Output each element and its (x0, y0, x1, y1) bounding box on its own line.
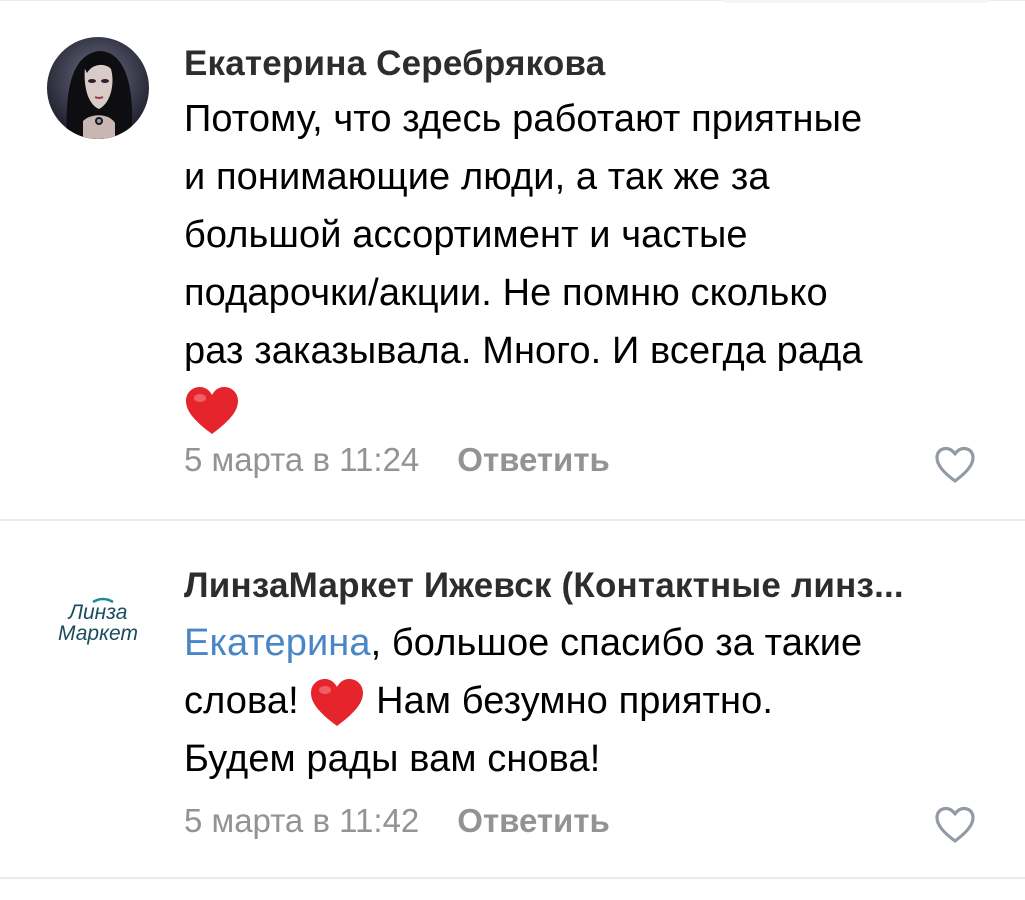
comment-date[interactable]: 5 марта в 11:42 (184, 802, 419, 839)
avatar[interactable]: Линза Маркет (47, 569, 149, 671)
comment-date[interactable]: 5 марта в 11:24 (184, 441, 419, 478)
comment-text-line: большой ассортимент и частые (184, 214, 748, 256)
comment-text-fragment: Нам безумно приятно. (365, 680, 773, 722)
comment-divider (0, 877, 1025, 879)
mention-link[interactable]: Екатерина (184, 622, 371, 664)
avatar[interactable] (47, 37, 149, 139)
heart-emoji-icon (311, 678, 364, 726)
comment-meta: 5 марта в 11:24 Ответить (184, 441, 610, 479)
like-heart-icon[interactable] (933, 805, 977, 845)
comment-item: Линза Маркет ЛинзаМаркет Ижевск (Контакт… (0, 521, 1025, 878)
comment-text-line: Екатерина, большое спасибо за такие (184, 614, 984, 672)
comment-text-line: Будем рады вам снова! (184, 738, 601, 780)
comment-text-fragment: слова! (184, 680, 310, 722)
reply-button[interactable]: Ответить (457, 802, 610, 839)
like-heart-icon[interactable] (933, 445, 977, 485)
comment-text-line: подарочки/акции. Не помню сколько (184, 272, 828, 314)
comment-text-line: Потому, что здесь работают приятные (184, 98, 863, 140)
comment-item: Екатерина Серебрякова Потому, что здесь … (0, 0, 1025, 520)
svg-text:Маркет: Маркет (58, 622, 138, 645)
linzamarket-logo-icon: Линза Маркет (47, 569, 149, 671)
comment-text-line: слова! Нам безумно приятно. (184, 672, 984, 730)
comment-meta: 5 марта в 11:42 Ответить (184, 802, 610, 840)
svg-text:Линза: Линза (67, 601, 128, 624)
comment-author[interactable]: ЛинзаМаркет Ижевск (Контактные линз... (184, 566, 984, 606)
comment-text: Екатерина, большое спасибо за такие слов… (184, 614, 984, 788)
heart-emoji-icon (186, 386, 238, 434)
comment-text-fragment: , большое спасибо за такие (370, 622, 863, 664)
comment-author[interactable]: Екатерина Серебрякова (184, 44, 605, 84)
comment-text: Потому, что здесь работают приятные и по… (184, 90, 984, 438)
reply-button[interactable]: Ответить (457, 441, 610, 478)
comment-text-line: и понимающие люди, а так же за (184, 156, 770, 198)
comment-text-line: раз заказывала. Много. И всегда рада (184, 330, 863, 372)
comments-page: Екатерина Серебрякова Потому, что здесь … (0, 0, 1025, 900)
avatar-image (47, 37, 149, 139)
comment-text-line (184, 380, 984, 438)
